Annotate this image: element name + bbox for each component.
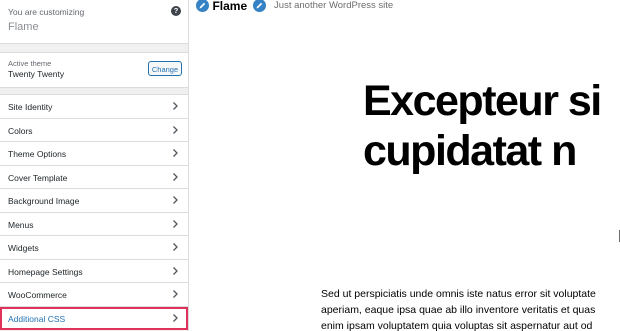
chevron-right-icon [173, 172, 178, 181]
chevron-right-icon [173, 219, 178, 228]
chevron-right-icon [173, 290, 178, 298]
customizer-app: You are customizing Flame ? Active theme… [0, 0, 620, 331]
post-headline: Excepteur si cupidatat n [363, 76, 602, 176]
chevron-right-icon [173, 102, 178, 110]
menu-item-label: Menus [8, 219, 34, 230]
menu-item-label: Colors [8, 125, 33, 136]
menu-item-woocommerce[interactable]: WooCommerce [0, 283, 188, 307]
menu-item-widgets[interactable]: Widgets [0, 236, 188, 260]
menu-item-background-image[interactable]: Background Image [0, 189, 188, 213]
chevron-right-icon [173, 243, 178, 251]
menu-item-label: Site Identity [8, 102, 53, 112]
menu-item-menus[interactable]: Menus [0, 212, 188, 236]
headline-line: cupidatat n [363, 127, 577, 175]
menu-item-colors[interactable]: Colors [0, 118, 188, 142]
site-title[interactable]: Flame [212, 0, 247, 13]
menu-item-theme-options[interactable]: Theme Options [0, 142, 188, 166]
menu-item-label: Background Image [8, 196, 80, 206]
menu-item-cover-template[interactable]: Cover Template [0, 165, 188, 189]
chevron-right-icon [173, 125, 178, 134]
help-icon[interactable]: ? [171, 6, 181, 16]
body-line: aperiam, eaque ipsa quae ab illo invento… [321, 304, 596, 316]
site-preview: Flame Just another WordPress site Except… [189, 0, 620, 331]
chevron-right-icon [173, 196, 178, 204]
menu-item-label: Additional CSS [8, 313, 66, 324]
body-line: enim ipsam voluptatem quia voluptas sit … [321, 320, 593, 331]
menu-item-label: WooCommerce [8, 290, 67, 300]
edit-pencil-icon[interactable] [251, 0, 267, 14]
active-theme-name: Twenty Twenty [8, 69, 65, 79]
menu-item-homepage-settings[interactable]: Homepage Settings [0, 259, 188, 283]
menu-item-label: Cover Template [8, 172, 68, 183]
headline-line: Excepteur si [363, 77, 602, 125]
chevron-right-icon [173, 149, 178, 157]
site-tagline: Just another WordPress site [274, 0, 394, 12]
customizing-label: You are customizing [8, 7, 85, 17]
site-header: Flame Just another WordPress site [195, 0, 394, 14]
customizer-menu: Site Identity Colors Theme Options Cover… [0, 94, 188, 330]
menu-item-label: Widgets [8, 243, 39, 253]
menu-item-site-identity[interactable]: Site Identity [0, 95, 188, 119]
active-theme-label: Active theme [8, 59, 52, 68]
menu-item-additional-css[interactable]: Additional CSS [0, 306, 188, 330]
menu-item-label: Homepage Settings [8, 266, 83, 277]
body-line: Sed ut perspiciatis unde omnis iste natu… [321, 288, 596, 300]
post-body: Sed ut perspiciatis unde omnis iste natu… [321, 286, 596, 331]
edit-pencil-icon[interactable] [195, 0, 210, 14]
menu-item-label: Theme Options [8, 149, 67, 159]
active-theme-panel: Active theme Twenty Twenty Change [0, 52, 188, 88]
customizing-site-name: Flame [8, 21, 39, 33]
chevron-right-icon [173, 313, 178, 322]
change-theme-button[interactable]: Change [148, 61, 182, 76]
customizer-sidebar: You are customizing Flame ? Active theme… [0, 0, 189, 331]
customizing-info: You are customizing Flame ? [0, 0, 188, 44]
chevron-right-icon [173, 266, 178, 275]
